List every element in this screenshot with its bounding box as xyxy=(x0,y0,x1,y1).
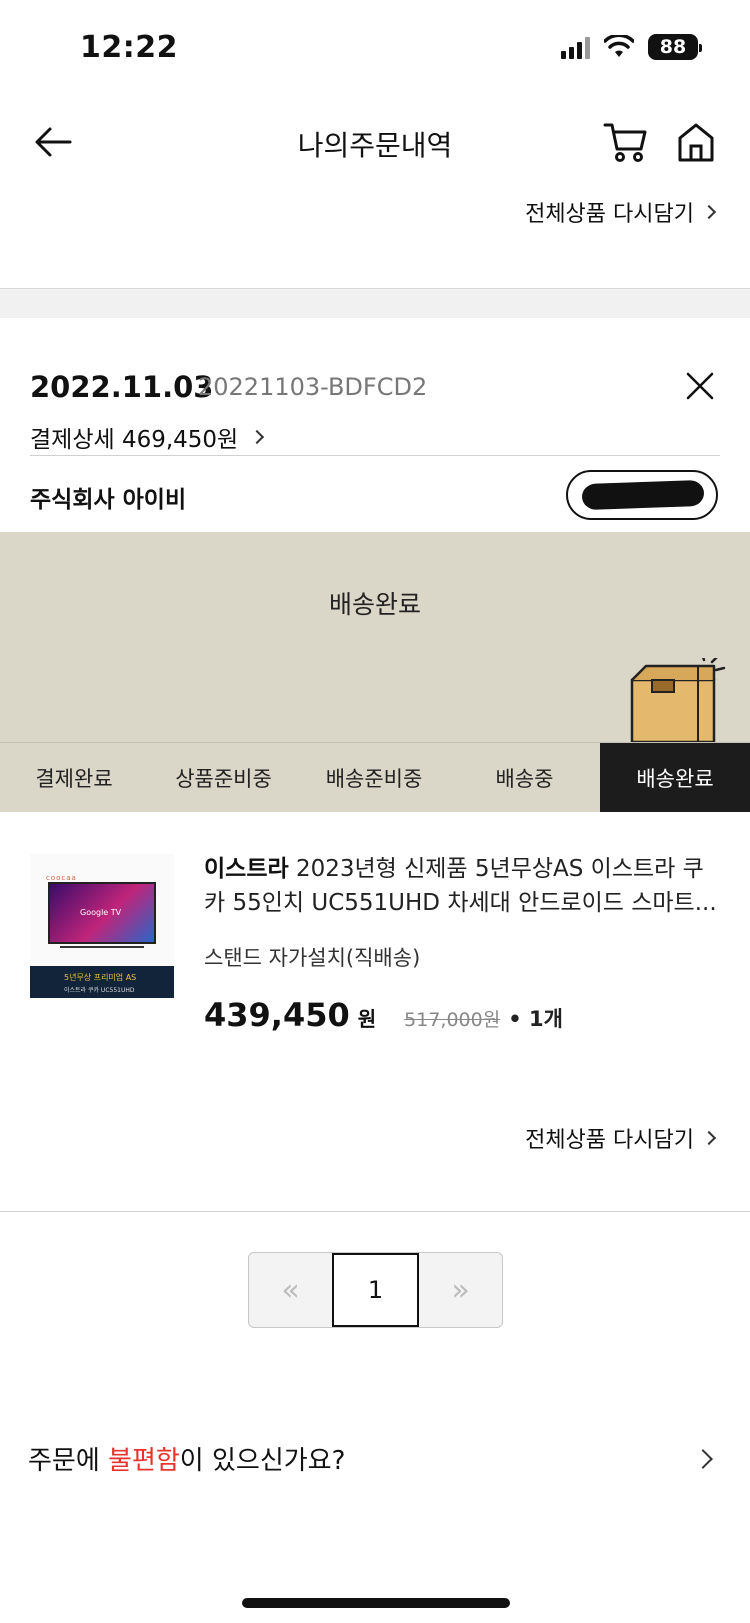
pagination: « 1 » xyxy=(248,1252,503,1328)
issue-prefix: 주문에 xyxy=(28,1446,109,1476)
section-divider xyxy=(0,288,750,318)
seller-name: 주식회사 아이비 xyxy=(30,487,187,513)
quantity: • 1개 xyxy=(508,1007,563,1031)
product-name[interactable]: 이스트라 2023년형 신제품 5년무상AS 이스트라 쿠카 55인치 UC55… xyxy=(204,852,720,920)
tv-screen-image: Google TV xyxy=(48,882,156,944)
step-preparing-product: 상품준비중 xyxy=(175,766,272,791)
status-time: 12:22 xyxy=(80,30,178,65)
reorder-all-link-bottom[interactable]: 전체상품 다시담기 xyxy=(525,1122,717,1154)
thumb-banner-sub: 이스트라 쿠카 UC551UHD xyxy=(64,987,135,994)
sale-price: 439,450 xyxy=(204,996,350,1034)
next-page-button[interactable]: » xyxy=(419,1253,502,1327)
thumb-brand: coocaa xyxy=(46,874,77,882)
delivery-status-title: 배송완료 xyxy=(328,590,421,619)
page-number-current[interactable]: 1 xyxy=(332,1253,419,1327)
issue-highlight: 불편함 xyxy=(108,1446,180,1476)
price-row: 439,450 원 517,000원 • 1개 xyxy=(204,996,563,1034)
order-number: 20221103-BDFCD2 xyxy=(198,373,428,401)
signal-icon xyxy=(561,35,590,59)
home-button[interactable] xyxy=(676,120,716,164)
home-icon xyxy=(678,123,714,162)
redaction-mark xyxy=(581,479,705,511)
tv-stand xyxy=(60,946,144,948)
delivery-steps: 결제완료 상품준비중 배송준비중 배송중 배송완료 xyxy=(0,742,750,812)
status-icons: 88 xyxy=(561,34,702,60)
prev-page-button[interactable]: « xyxy=(249,1253,332,1327)
close-icon xyxy=(686,372,714,400)
chevron-right-icon xyxy=(693,1448,713,1469)
product-option: 스탠드 자가설치(직배송) xyxy=(204,946,421,970)
cart-icon xyxy=(603,123,647,162)
seller-contact-button[interactable] xyxy=(566,470,718,520)
chevron-right-icon xyxy=(250,429,265,445)
reorder-all-label: 전체상품 다시담기 xyxy=(525,1128,694,1153)
product-thumbnail[interactable]: coocaa Google TV 5년무상 프리미엄 AS 이스트라 쿠카 UC… xyxy=(30,854,174,998)
issue-suffix: 이 있으신가요? xyxy=(179,1446,346,1476)
wifi-icon xyxy=(604,35,634,57)
step-preparing-shipment: 배송준비중 xyxy=(325,766,423,791)
thumb-banner-title: 5년무상 프리미엄 AS xyxy=(64,973,137,982)
step-in-transit: 배송중 xyxy=(495,766,554,791)
package-box-icon xyxy=(630,658,726,744)
thumb-screen-text: Google TV xyxy=(80,908,122,917)
currency-label: 원 xyxy=(357,1007,377,1031)
order-date: 2022.11.03 xyxy=(30,370,214,404)
reorder-all-link-top[interactable]: 전체상품 다시담기 xyxy=(525,196,717,228)
delete-order-button[interactable] xyxy=(684,370,716,402)
step-delivered: 배송완료 xyxy=(600,743,750,812)
original-price: 517,000원 xyxy=(404,1009,501,1031)
divider xyxy=(0,1211,750,1212)
chevron-right-icon xyxy=(701,1130,717,1146)
home-indicator xyxy=(242,1598,510,1608)
payment-detail-link[interactable]: 결제상세 469,450원 xyxy=(30,420,265,454)
chevron-right-icon xyxy=(701,204,717,220)
reorder-all-label: 전체상품 다시담기 xyxy=(525,202,694,227)
order-issue-link[interactable]: 주문에 불편함이 있으신가요? xyxy=(28,1440,718,1477)
battery-icon: 88 xyxy=(648,34,702,60)
payment-detail-label: 결제상세 469,450원 xyxy=(30,427,239,453)
thumb-banner: 5년무상 프리미엄 AS 이스트라 쿠카 UC551UHD xyxy=(30,966,174,998)
divider xyxy=(30,455,720,456)
step-payment-complete: 결제완료 xyxy=(35,766,113,791)
product-brand: 이스트라 xyxy=(204,856,289,882)
order-issue-text: 주문에 불편함이 있으신가요? xyxy=(28,1440,345,1477)
cart-button[interactable] xyxy=(603,120,649,164)
